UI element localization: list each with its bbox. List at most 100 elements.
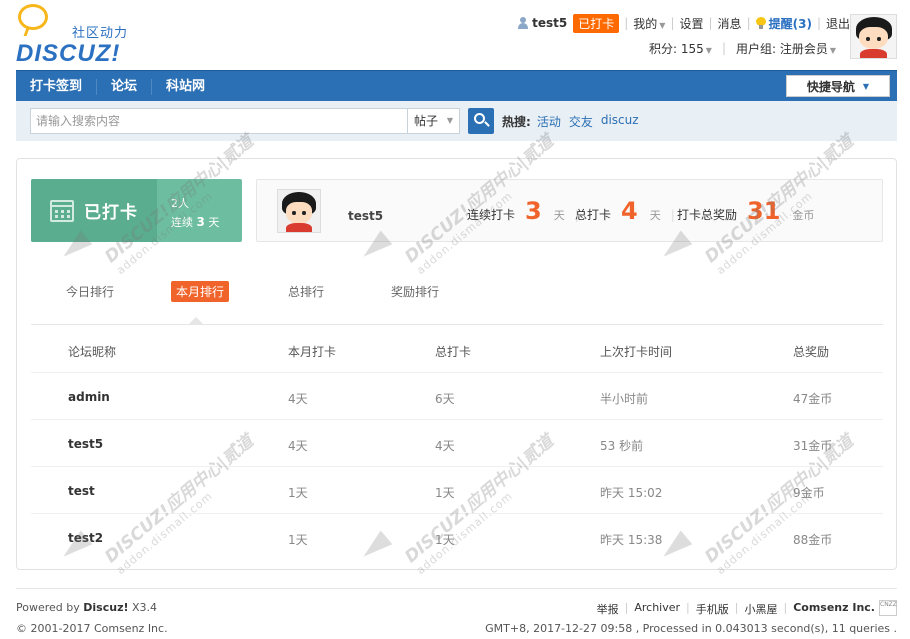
messages-link[interactable]: 消息 [718, 15, 742, 32]
table-row: test2 1天 1天 昨天 15:38 88金币 [31, 514, 883, 561]
footer-divider [16, 588, 897, 589]
table-cell: 半小时前 [600, 392, 649, 406]
table-cell: 47金币 [793, 392, 833, 406]
table-cell: 9金币 [793, 486, 825, 500]
usergroup-menu[interactable]: 用户组: 注册会员 ▼ [736, 40, 836, 57]
hot-link[interactable]: 活动 [537, 113, 561, 130]
points-label: 积分: 155 [649, 41, 704, 56]
chevron-down-icon: ▼ [829, 45, 836, 55]
search-bar: 请输入搜索内容 帖子 ▼ 热搜: 活动 交友 discuz [16, 101, 897, 141]
hot-search-label: 热搜: [502, 115, 531, 129]
avatar[interactable] [277, 189, 321, 233]
user-link[interactable]: test5 [68, 437, 103, 451]
checkin-summary: 2人 连续 3 天 [171, 195, 219, 232]
site-logo[interactable]: 社区动力 DISCUZ! [14, 4, 144, 67]
powered-by: Powered by Discuz! X3.4 [16, 601, 158, 614]
cnzz-stat-icon[interactable]: CNZZ [879, 600, 897, 616]
table-cell: 昨天 15:02 [600, 486, 663, 500]
hot-link[interactable]: discuz [601, 113, 639, 130]
logo-bubble-icon [18, 4, 48, 30]
search-input[interactable]: 请输入搜索内容 [30, 108, 408, 134]
column-header: 论坛昵称 [68, 345, 117, 359]
avatar[interactable] [850, 14, 897, 59]
stat-total: 总打卡 4 天 | [575, 197, 675, 225]
quick-nav-button[interactable]: 快捷导航 ▼ [786, 75, 890, 97]
stat-reward: 打卡总奖励 31 金币 [677, 197, 815, 225]
header: 社区动力 DISCUZ! test5 已打卡 | 我的 ▼ | 设置 | 消息 |… [0, 0, 910, 70]
main-nav: 打卡签到 论坛 科站网 快捷导航 ▼ [16, 70, 897, 101]
table-cell: 31金币 [793, 439, 833, 453]
hot-search: 热搜: 活动 交友 discuz [502, 113, 647, 130]
table-cell: 1天 [435, 486, 455, 500]
tab-month[interactable]: 本月排行 [171, 281, 230, 302]
column-header: 本月打卡 [288, 345, 337, 359]
table-cell: 6天 [435, 392, 455, 406]
table-cell: 4天 [288, 439, 308, 453]
quick-nav-label: 快捷导航 [806, 79, 855, 94]
search-type-label: 帖子 [414, 114, 439, 128]
company-link[interactable]: Comsenz Inc. [793, 601, 875, 617]
checkin-count: 2人 [171, 197, 189, 210]
calendar-icon [50, 199, 74, 222]
column-header: 总打卡 [435, 345, 472, 359]
username-text: test5 [532, 16, 568, 30]
ranking-tabs: 今日排行 本月排行 总排行 奖励排行 [31, 279, 883, 325]
checked-in-badge[interactable]: 已打卡 [573, 13, 620, 33]
settings-link[interactable]: 设置 [679, 15, 703, 32]
archiver-link[interactable]: Archiver [634, 601, 680, 617]
logo-tagline: 社区动力 [72, 26, 129, 41]
table-row: test5 4天 4天 53 秒前 31金币 [31, 420, 883, 467]
blacklist-link[interactable]: 小黑屋 [744, 601, 777, 617]
remind-link[interactable]: 提醒(3) [755, 15, 812, 32]
chevron-down-icon: ▼ [705, 45, 712, 55]
user-link[interactable]: test [68, 484, 95, 498]
user-toolbar: test5 已打卡 | 我的 ▼ | 设置 | 消息 | 提醒(3) | 退出 [517, 13, 850, 33]
my-menu[interactable]: 我的 ▼ [633, 15, 665, 32]
user-link[interactable]: test2 [68, 531, 103, 545]
user-info-bar: 积分: 155 ▼ | 用户组: 注册会员 ▼ [649, 40, 836, 57]
report-link[interactable]: 举报 [597, 601, 619, 617]
ranking-table: 论坛昵称 本月打卡 总打卡 上次打卡时间 总奖励 admin 4天 6天 半小时… [31, 325, 883, 561]
search-button[interactable] [468, 108, 494, 134]
logo-text: DISCUZ! [16, 40, 121, 67]
logout-link[interactable]: 退出 [826, 15, 850, 32]
mobile-link[interactable]: 手机版 [696, 601, 729, 617]
table-cell: 1天 [288, 486, 308, 500]
search-type-select[interactable]: 帖子 ▼ [408, 108, 460, 134]
table-cell: 4天 [288, 392, 308, 406]
table-cell: 53 秒前 [600, 439, 644, 453]
hot-link[interactable]: 交友 [569, 113, 593, 130]
nav-item-checkin[interactable]: 打卡签到 [16, 78, 98, 95]
column-header: 总奖励 [793, 345, 830, 359]
bulb-icon [755, 17, 766, 29]
checkin-status-label: 已打卡 [84, 203, 138, 223]
username-link[interactable]: test5 [517, 16, 567, 30]
user-link[interactable]: admin [68, 390, 110, 404]
chevron-down-icon: ▼ [862, 81, 870, 91]
checkin-status-box[interactable]: 已打卡 2人 连续 3 天 [31, 179, 242, 242]
nav-item-forum[interactable]: 论坛 [97, 78, 153, 95]
nav-item-site[interactable]: 科站网 [152, 79, 219, 95]
copyright: © 2001-2017 Comsenz Inc. [16, 622, 168, 635]
discuz-link[interactable]: Discuz! [83, 601, 128, 614]
tab-pointer-icon [189, 317, 203, 324]
table-row: admin 4天 6天 半小时前 47金币 [31, 373, 883, 420]
tab-reward[interactable]: 奖励排行 [386, 281, 444, 302]
my-menu-label: 我的 [633, 16, 658, 31]
stat-streak: 连续打卡 3 天 | [467, 197, 579, 225]
remind-label: 提醒(3) [768, 16, 812, 31]
table-cell: 昨天 15:38 [600, 533, 663, 547]
points-menu[interactable]: 积分: 155 ▼ [649, 40, 712, 57]
table-cell: 4天 [435, 439, 455, 453]
checkin-panel: 已打卡 2人 连续 3 天 test5 连续打卡 3 天 | 总打卡 4 天 | 打卡总奖励… [16, 158, 897, 570]
table-cell: 1天 [435, 533, 455, 547]
tab-today[interactable]: 今日排行 [61, 281, 119, 302]
user-icon [517, 17, 529, 29]
usergroup-label: 用户组: 注册会员 [735, 41, 828, 56]
footer-links: 举报 | Archiver | 手机版 | 小黑屋 | Comsenz Inc. [596, 601, 875, 617]
stats-username[interactable]: test5 [348, 209, 383, 223]
table-cell: 88金币 [793, 533, 833, 547]
chevron-down-icon: ▼ [446, 116, 453, 125]
table-row: test 1天 1天 昨天 15:02 9金币 [31, 467, 883, 514]
tab-total[interactable]: 总排行 [283, 281, 329, 302]
